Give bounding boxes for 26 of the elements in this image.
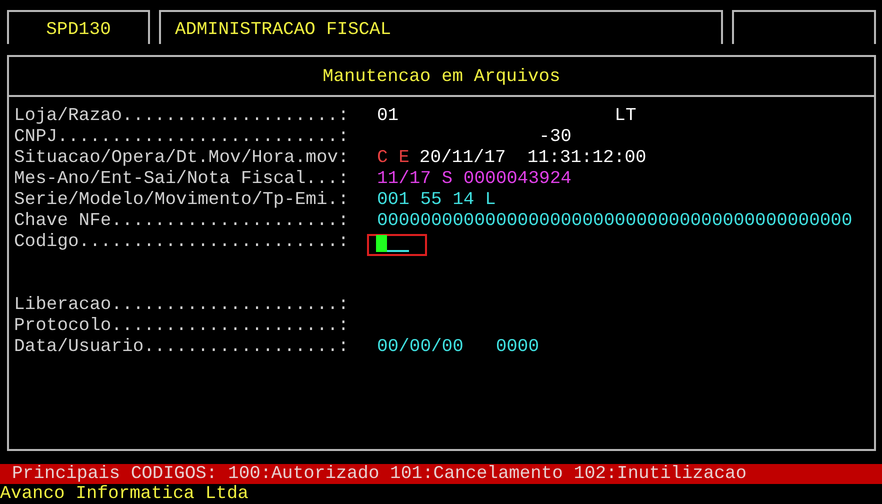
company-name: Avanco Informatica Ltda — [0, 484, 250, 504]
field-value: 11/17 S 0000043924 — [377, 169, 572, 190]
field-value: 001 55 14 L — [377, 190, 496, 211]
field-label: Data/Usuario..................: — [14, 337, 350, 358]
input-field[interactable] — [367, 234, 427, 256]
field-value: -30 — [538, 127, 572, 148]
field-value: 00000000000000000000000000000000000000000000 — [377, 211, 852, 232]
field-label: Situacao/Opera/Dt.Mov/Hora.mov: — [14, 148, 350, 169]
field-label: Liberacao.....................: — [14, 295, 350, 316]
status-bar: Principais CODIGOS: 100:Autorizado 101:Cancelamento 102:Inutilizacao — [0, 464, 882, 484]
module-title: ADMINISTRACAO FISCAL — [175, 20, 392, 40]
field-label: CNPJ..........................: — [14, 127, 350, 148]
field-label: Mes-Ano/Ent-Sai/Nota Fiscal...: — [14, 169, 350, 190]
field-label: Serie/Modelo/Movimento/Tp-Emi.: — [14, 190, 350, 211]
field-value: C E — [377, 148, 410, 169]
field-value: 20/11/17 11:31:12:00 — [419, 148, 646, 169]
underline-icon — [387, 250, 409, 252]
field-value: 01 LT — [377, 106, 636, 127]
program-code: SPD130 — [46, 20, 111, 40]
field-label: Protocolo.....................: — [14, 316, 350, 337]
cursor-block-icon — [376, 234, 387, 252]
field-label: Codigo........................: — [14, 232, 350, 253]
panel-title: Manutencao em Arquivos — [322, 66, 560, 86]
field-label: Chave NFe.....................: — [14, 211, 350, 232]
field-label: Loja/Razao....................: — [14, 106, 350, 127]
field-value: 00/00/00 0000 — [377, 337, 540, 358]
